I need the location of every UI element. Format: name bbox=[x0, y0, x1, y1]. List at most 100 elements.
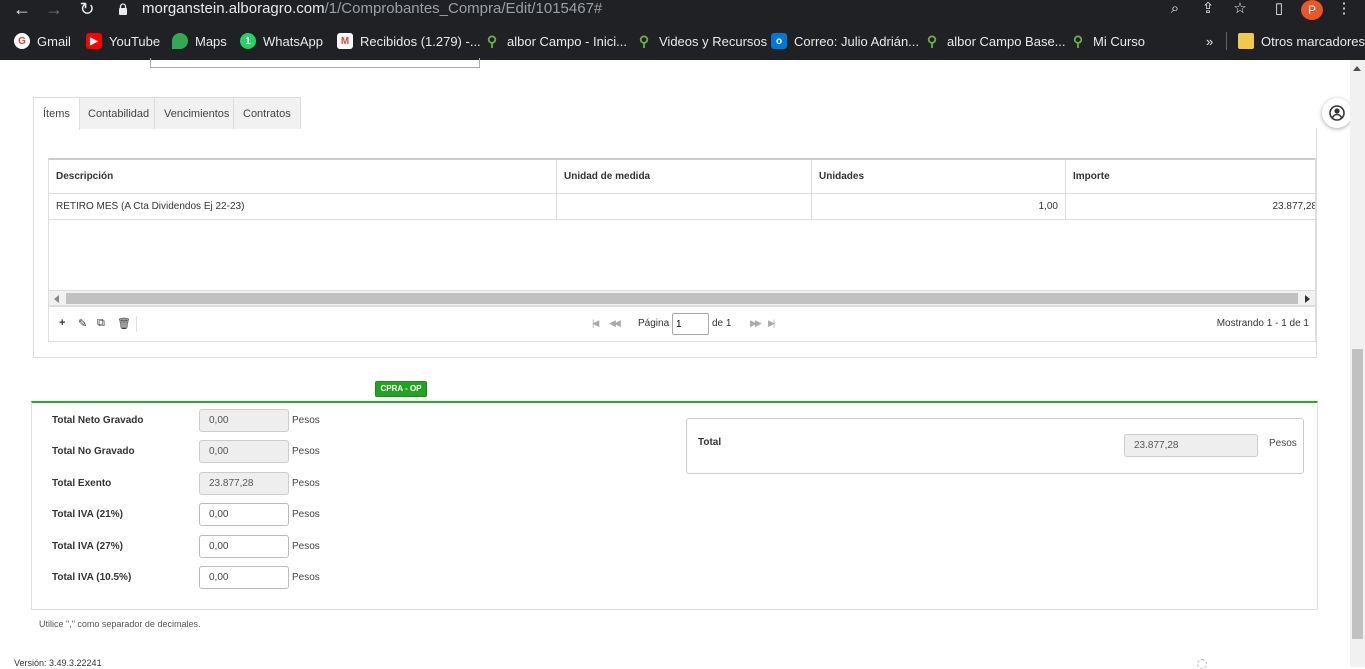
cell-importe: 23.877,28 bbox=[1272, 201, 1316, 212]
page-scroll-thumb[interactable] bbox=[1352, 349, 1363, 639]
unit-label: Pesos bbox=[292, 541, 320, 552]
bookmark-label: Correo: Julio Adrián... bbox=[794, 33, 920, 49]
user-menu-button[interactable] bbox=[1322, 98, 1352, 128]
bookmark-label: Maps bbox=[195, 33, 227, 49]
prev-page-icon[interactable]: ◀◀ bbox=[609, 318, 621, 329]
zoom-icon[interactable]: ⌕ bbox=[1165, 0, 1185, 20]
bookmark-albor-campo[interactable]: ⚲ albor Campo - Inici... bbox=[484, 30, 627, 52]
copy-icon[interactable]: ⧉ bbox=[97, 317, 105, 330]
reload-icon[interactable]: ↻ bbox=[75, 0, 99, 20]
address-bar[interactable]: morganstein.alboragro.com/1/Comprobantes… bbox=[142, 0, 602, 20]
back-icon[interactable]: ← bbox=[10, 0, 34, 20]
next-page-icon[interactable]: ▶▶ bbox=[750, 318, 762, 329]
observations-textarea[interactable] bbox=[150, 58, 480, 68]
first-page-icon[interactable]: |◀ bbox=[592, 318, 599, 329]
share-icon[interactable]: ⇪ bbox=[1198, 0, 1218, 20]
bookmark-label: WhatsApp bbox=[263, 33, 323, 49]
scroll-left-icon[interactable] bbox=[54, 295, 59, 303]
other-bookmarks-label: Otros marcadores bbox=[1261, 33, 1365, 49]
unit-label: Pesos bbox=[292, 572, 320, 583]
grand-total-unit: Pesos bbox=[1269, 438, 1297, 449]
bookmark-mi-curso[interactable]: ⚲ Mi Curso bbox=[1070, 30, 1145, 52]
table-row[interactable]: RETIRO MES (A Cta Dividendos Ej 22-23) 1… bbox=[49, 194, 1316, 220]
bookmarks-divider bbox=[1226, 32, 1227, 50]
bookmark-star-icon[interactable]: ☆ bbox=[1230, 0, 1250, 20]
grand-total-label: Total bbox=[698, 437, 722, 448]
label-total-no-gravado: Total No Gravado bbox=[52, 446, 135, 457]
bookmark-correo[interactable]: o Correo: Julio Adrián... bbox=[771, 30, 919, 52]
browser-toolbar: ← → ↻ morganstein.alboragro.com/1/Compro… bbox=[0, 0, 1365, 60]
unit-label: Pesos bbox=[292, 415, 320, 426]
address-row: ← → ↻ morganstein.alboragro.com/1/Compro… bbox=[0, 0, 1365, 22]
bookmark-label: Gmail bbox=[37, 33, 71, 49]
other-bookmarks[interactable]: Otros marcadores bbox=[1238, 30, 1365, 52]
page-scrollbar[interactable] bbox=[1350, 60, 1365, 667]
google-icon: G bbox=[14, 33, 30, 49]
forward-icon[interactable]: → bbox=[42, 0, 66, 20]
menu-icon[interactable]: ⋮ bbox=[1334, 0, 1354, 20]
tab-vencimientos[interactable]: Vencimientos bbox=[154, 97, 240, 129]
last-page-icon[interactable]: ▶| bbox=[768, 318, 775, 329]
unit-label: Pesos bbox=[292, 446, 320, 457]
tab-contabilidad[interactable]: Contabilidad bbox=[78, 97, 160, 129]
input-total-iva-27[interactable] bbox=[199, 535, 289, 558]
input-total-iva-105[interactable] bbox=[199, 566, 289, 589]
voucher-type-badge: CPRA - OP bbox=[375, 381, 427, 397]
edit-icon[interactable]: ✎ bbox=[78, 317, 87, 330]
sprout-icon: ⚲ bbox=[486, 32, 498, 49]
input-total-neto-gravado bbox=[199, 409, 289, 432]
unit-label: Pesos bbox=[292, 478, 320, 489]
loading-icon bbox=[1197, 659, 1207, 669]
bookmark-gmail[interactable]: G Gmail bbox=[14, 30, 71, 52]
bookmark-albor-base[interactable]: ⚲ albor Campo Base... bbox=[924, 30, 1066, 52]
bookmark-label: albor Campo - Inici... bbox=[507, 33, 627, 49]
label-total-iva-21: Total IVA (21%) bbox=[52, 509, 123, 520]
column-header-importe[interactable]: Importe bbox=[1066, 160, 1315, 194]
bookmark-maps[interactable]: Maps bbox=[172, 30, 227, 52]
youtube-icon: ▶ bbox=[86, 33, 102, 49]
grid-horizontal-scrollbar[interactable] bbox=[48, 290, 1316, 306]
outlook-icon: o bbox=[771, 33, 787, 49]
bookmark-label: Mi Curso bbox=[1093, 33, 1146, 49]
gmail-icon: M bbox=[337, 33, 353, 49]
profile-avatar[interactable]: P bbox=[1301, 0, 1323, 20]
grid-header: Descripción Unidad de medida Unidades Im… bbox=[49, 160, 1315, 194]
bookmarks-bar: G Gmail ▶ YouTube Maps 1 WhatsApp M Recibido… bbox=[0, 30, 1365, 52]
lock-icon bbox=[119, 3, 127, 15]
add-icon[interactable]: + bbox=[59, 317, 65, 329]
sprout-icon: ⚲ bbox=[926, 32, 938, 49]
sprout-icon: ⚲ bbox=[638, 32, 650, 49]
scroll-right-icon[interactable] bbox=[1305, 295, 1310, 303]
column-header-unidades[interactable]: Unidades bbox=[812, 160, 1066, 194]
input-total-iva-21[interactable] bbox=[199, 503, 289, 526]
bookmark-label: albor Campo Base... bbox=[947, 33, 1066, 49]
input-total-exento bbox=[199, 472, 289, 495]
input-total-no-gravado bbox=[199, 440, 289, 463]
label-total-neto-gravado: Total Neto Gravado bbox=[52, 415, 144, 426]
delete-icon[interactable]: 🗑 bbox=[117, 317, 131, 330]
bookmark-recibidos[interactable]: M Recibidos (1.279) -... bbox=[337, 30, 481, 52]
whatsapp-icon: 1 bbox=[240, 33, 256, 49]
bookmark-videos[interactable]: ⚲ Videos y Recursos bbox=[636, 30, 767, 52]
items-grid: Descripción Unidad de medida Unidades Im… bbox=[48, 158, 1316, 307]
more-bookmarks-button[interactable]: » bbox=[1206, 30, 1213, 52]
column-header-descripcion[interactable]: Descripción bbox=[49, 160, 557, 194]
scroll-up-icon[interactable] bbox=[1353, 66, 1361, 71]
bookmark-label: Videos y Recursos bbox=[659, 33, 768, 49]
label-total-iva-27: Total IVA (27%) bbox=[52, 541, 123, 552]
scroll-thumb[interactable] bbox=[66, 293, 1298, 304]
bookmark-youtube[interactable]: ▶ YouTube bbox=[86, 30, 160, 52]
cell-unidad bbox=[557, 194, 812, 220]
side-panel-icon[interactable]: ▯ bbox=[1269, 0, 1289, 20]
folder-icon bbox=[1238, 33, 1254, 49]
bookmark-whatsapp[interactable]: 1 WhatsApp bbox=[240, 30, 323, 52]
page-number-input[interactable] bbox=[672, 313, 709, 335]
cell-descripcion: RETIRO MES (A Cta Dividendos Ej 22-23) bbox=[49, 194, 557, 220]
grand-total-panel: Total Pesos bbox=[686, 418, 1304, 474]
sprout-icon: ⚲ bbox=[1072, 32, 1084, 49]
pager-divider bbox=[136, 316, 137, 332]
unit-label: Pesos bbox=[292, 509, 320, 520]
tab-contratos[interactable]: Contratos bbox=[233, 97, 301, 129]
tab-items[interactable]: Ítems bbox=[33, 97, 80, 130]
column-header-unidad[interactable]: Unidad de medida bbox=[557, 160, 812, 194]
